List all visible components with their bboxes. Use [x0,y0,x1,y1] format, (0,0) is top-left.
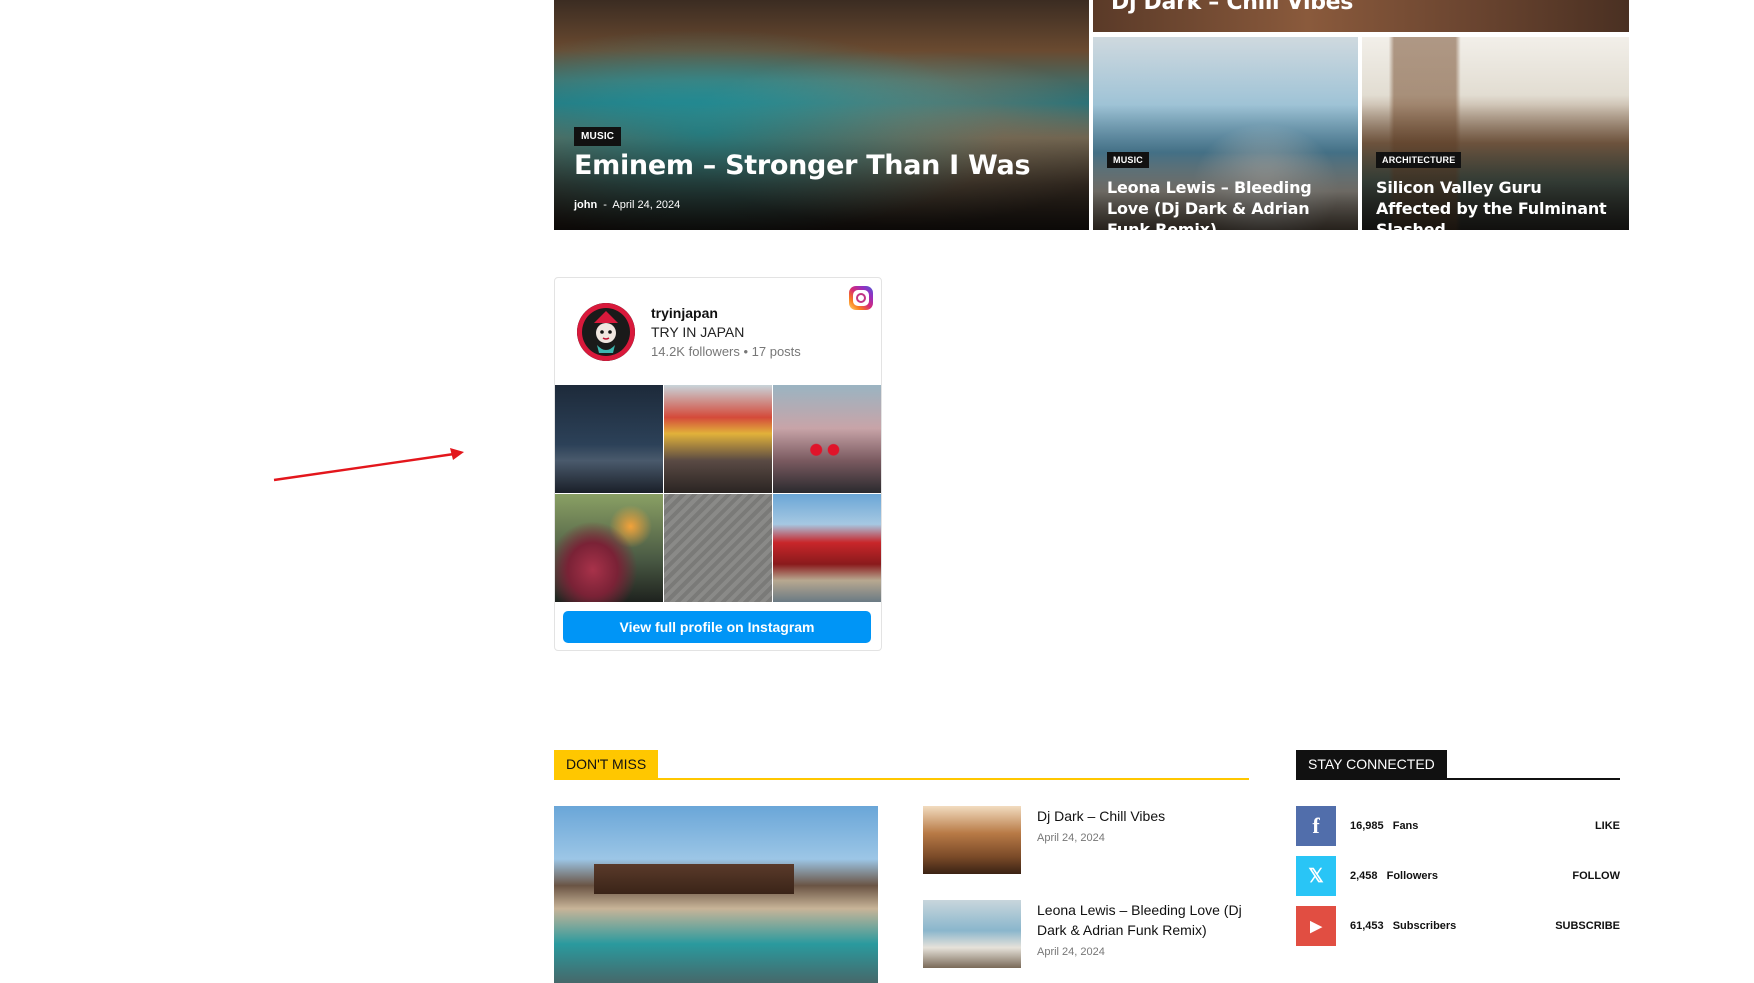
stay-connected-underline [1296,778,1620,780]
social-row-x: 𝕏 2,458 Followers FOLLOW [1296,856,1620,896]
social-count-unit: Followers [1386,870,1438,882]
view-instagram-profile-button[interactable]: View full profile on Instagram [563,611,871,643]
instagram-photo-shrine[interactable] [773,494,881,602]
instagram-avatar[interactable] [577,303,635,361]
featured-main-title[interactable]: Eminem – Stronger Than I Was [574,150,1031,181]
social-count: 2,458 Followers [1350,870,1438,882]
instagram-widget: tryinjapan TRY IN JAPAN 14.2K followers … [554,277,882,651]
post-meta: john - April 24, 2024 [574,199,680,211]
social-count: 61,453 Subscribers [1350,920,1456,932]
dont-miss-heading: DON'T MISS [554,750,1249,780]
social-count-unit: Fans [1392,820,1419,832]
post-date: April 24, 2024 [612,199,681,211]
x-twitter-icon[interactable]: 𝕏 [1296,856,1336,896]
instagram-photo-grid [555,385,881,603]
social-count-unit: Subscribers [1392,920,1457,932]
social-action-subscribe[interactable]: SUBSCRIBE [1555,920,1620,932]
dont-miss-label: DON'T MISS [554,750,659,778]
featured-small-left-title[interactable]: Leona Lewis – Bleeding Love (Dj Dark & A… [1107,177,1352,230]
instagram-photo-phone[interactable] [664,494,772,602]
featured-small-right-title[interactable]: Silicon Valley Guru Affected by the Fulm… [1376,177,1621,230]
dont-miss-underline [554,778,1249,780]
list-item-thumbnail[interactable] [923,806,1021,874]
social-row-youtube: ▶ 61,453 Subscribers SUBSCRIBE [1296,906,1620,946]
instagram-photo-street[interactable] [664,385,772,493]
category-badge[interactable]: MUSIC [1107,152,1149,168]
social-action-like[interactable]: LIKE [1595,820,1620,832]
instagram-stats: 14.2K followers • 17 posts [651,344,801,359]
social-row-facebook: f 16,985 Fans LIKE [1296,806,1620,846]
list-item-date: April 24, 2024 [1037,832,1105,844]
pergola-shape [594,864,794,894]
social-count-number: 61,453 [1350,920,1384,932]
list-item-title[interactable]: Dj Dark – Chill Vibes [1037,806,1247,826]
instagram-photo-city-night[interactable] [555,385,663,493]
meta-separator: - [603,199,607,211]
list-item[interactable]: Dj Dark – Chill Vibes April 24, 2024 [923,806,1247,876]
featured-small-right-tile[interactable]: ARCHITECTURE Silicon Valley Guru Affecte… [1362,37,1629,230]
category-badge[interactable]: MUSIC [574,127,622,146]
facebook-icon[interactable]: f [1296,806,1336,846]
instagram-username[interactable]: tryinjapan [651,305,718,321]
category-badge[interactable]: ARCHITECTURE [1376,152,1462,168]
dont-miss-featured-image[interactable] [554,806,878,983]
featured-main-tile[interactable]: MUSIC Eminem – Stronger Than I Was john … [554,0,1089,230]
youtube-icon[interactable]: ▶ [1296,906,1336,946]
social-action-follow[interactable]: FOLLOW [1572,870,1620,882]
red-arrow-annotation [273,448,464,482]
author-link[interactable]: john [574,199,597,211]
stay-connected-heading: STAY CONNECTED [1296,750,1620,780]
instagram-icon[interactable] [849,286,873,310]
featured-top-right-tile[interactable]: Dj Dark – Chill Vibes [1093,0,1629,32]
social-count-number: 2,458 [1350,870,1378,882]
list-item-date: April 24, 2024 [1037,946,1105,958]
social-count-number: 16,985 [1350,820,1384,832]
instagram-photo-food[interactable] [555,494,663,602]
social-count: 16,985 Fans [1350,820,1418,832]
instagram-display-name: TRY IN JAPAN [651,324,745,340]
list-item[interactable]: Leona Lewis – Bleeding Love (Dj Dark & A… [923,900,1247,970]
instagram-photo-car[interactable] [773,385,881,493]
featured-main-shade [554,0,1089,230]
list-item-thumbnail[interactable] [923,900,1021,968]
featured-top-right-title[interactable]: Dj Dark – Chill Vibes [1111,0,1353,15]
stay-connected-label: STAY CONNECTED [1296,750,1447,778]
featured-small-left-tile[interactable]: MUSIC Leona Lewis – Bleeding Love (Dj Da… [1093,37,1358,230]
list-item-title[interactable]: Leona Lewis – Bleeding Love (Dj Dark & A… [1037,900,1247,940]
